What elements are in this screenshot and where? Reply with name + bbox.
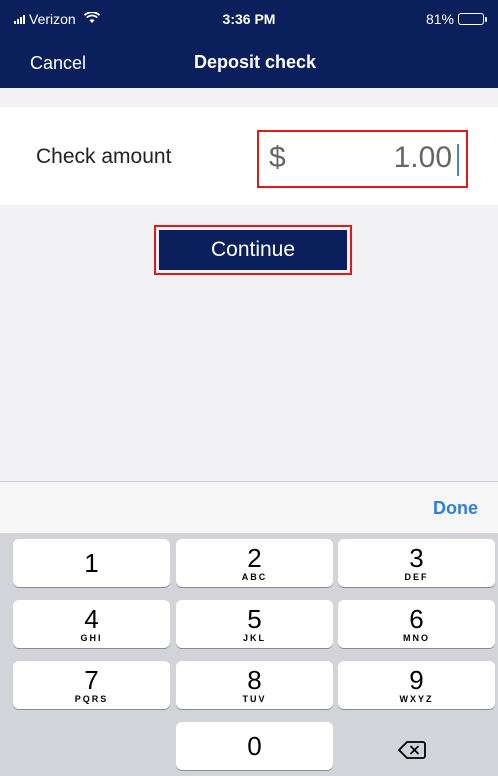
key-letters: DEF [404, 572, 429, 582]
key-digit: 0 [247, 731, 262, 761]
continue-button[interactable]: Continue [159, 230, 347, 270]
key-letters: WXYZ [399, 694, 434, 704]
key-2[interactable]: 2 ABC [176, 539, 333, 587]
key-9[interactable]: 9 WXYZ [338, 661, 495, 709]
text-caret [457, 144, 459, 176]
keyboard-toolbar: Done [0, 481, 498, 534]
key-7[interactable]: 7 PQRS [13, 661, 170, 709]
key-digit: 5 [247, 604, 262, 634]
key-digit: 3 [409, 543, 424, 573]
check-amount-row: Check amount $ 1.00 [0, 107, 498, 205]
key-digit: 6 [409, 604, 424, 634]
navigation-bar: Cancel Deposit check [0, 40, 498, 88]
numeric-keypad: 1 2 ABC 3 DEF 4 GHI 5 JKL 6 MNO 7 PQRS 8… [0, 533, 498, 776]
key-letters: MNO [403, 633, 430, 643]
key-digit: 7 [84, 665, 99, 695]
key-4[interactable]: 4 GHI [13, 600, 170, 648]
key-5[interactable]: 5 JKL [176, 600, 333, 648]
key-digit: 4 [84, 604, 99, 634]
page-title: Deposit check [193, 52, 317, 72]
check-amount-input[interactable]: $ 1.00 [257, 130, 468, 188]
battery-icon [458, 13, 487, 25]
key-letters: TUV [242, 694, 267, 704]
status-bar: Verizon 3:36 PM 81% [0, 0, 498, 40]
key-6[interactable]: 6 MNO [338, 600, 495, 648]
amount-value: 1.00 [393, 141, 452, 174]
status-time: 3:36 PM [222, 11, 276, 27]
key-digit: 8 [247, 665, 262, 695]
battery-percent: 81% [425, 11, 454, 27]
check-amount-label: Check amount [36, 145, 172, 168]
key-0[interactable]: 0 [176, 722, 333, 770]
delete-key[interactable] [338, 727, 495, 775]
key-digit: 9 [409, 665, 424, 695]
key-letters: GHI [80, 633, 103, 643]
key-3[interactable]: 3 DEF [338, 539, 495, 587]
currency-symbol: $ [269, 141, 286, 174]
key-letters: JKL [242, 633, 266, 643]
key-1[interactable]: 1 [13, 539, 170, 587]
backspace-icon [398, 741, 426, 759]
done-button[interactable]: Done [433, 498, 478, 519]
continue-highlight: Continue [154, 225, 352, 275]
key-letters: PQRS [74, 694, 109, 704]
battery-group: 81% [425, 11, 487, 27]
key-digit: 1 [84, 548, 99, 578]
key-8[interactable]: 8 TUV [176, 661, 333, 709]
key-letters: ABC [241, 572, 268, 582]
key-digit: 2 [247, 543, 262, 573]
